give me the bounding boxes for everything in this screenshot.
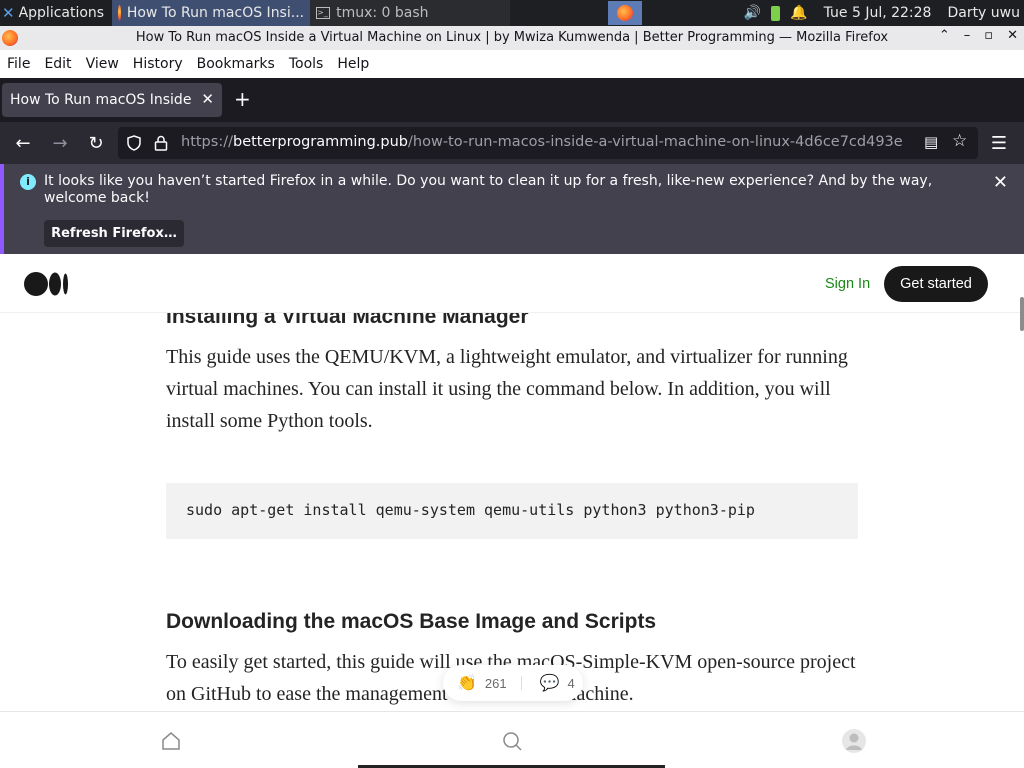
- chevron-up-icon[interactable]: ⌃: [939, 28, 950, 43]
- reactions-bar: 👏 261 💬 4: [443, 665, 583, 701]
- url-scheme: https://: [181, 134, 233, 150]
- system-panel: ✕ Applications How To Run macOS Insi... …: [0, 0, 1024, 26]
- forward-arrow-icon[interactable]: →: [47, 130, 73, 156]
- system-tray: 🔊 🔔 Tue 5 Jul, 22:28 Darty uwu: [744, 0, 1024, 26]
- hamburger-menu-icon[interactable]: ☰: [986, 130, 1012, 156]
- search-icon[interactable]: [501, 730, 523, 752]
- menu-tools[interactable]: Tools: [289, 56, 324, 72]
- firefox-icon: [118, 5, 121, 21]
- bookmark-star-icon[interactable]: ☆: [952, 131, 967, 151]
- medium-header: Sign In Get started: [0, 255, 1024, 313]
- home-icon[interactable]: [160, 730, 182, 752]
- firefox-launcher[interactable]: [608, 1, 642, 25]
- volume-icon[interactable]: 🔊: [744, 5, 761, 21]
- clap-icon[interactable]: 👏: [457, 673, 477, 693]
- section-heading: Downloading the macOS Base Image and Scr…: [166, 610, 657, 633]
- scrollbar-thumb[interactable]: [1020, 297, 1024, 331]
- applications-label: Applications: [18, 5, 105, 21]
- sign-in-link[interactable]: Sign In: [825, 276, 870, 292]
- clap-count: 261: [484, 675, 507, 691]
- menu-edit[interactable]: Edit: [44, 56, 71, 72]
- url-text[interactable]: https://betterprogramming.pub/how-to-run…: [181, 134, 903, 150]
- code-block: sudo apt-get install qemu-system qemu-ut…: [166, 483, 858, 539]
- menubar: File Edit View History Bookmarks Tools H…: [0, 50, 1024, 78]
- lock-icon[interactable]: [154, 135, 168, 151]
- close-icon[interactable]: ✕: [993, 172, 1008, 193]
- window-titlebar: How To Run macOS Inside a Virtual Machin…: [0, 26, 1024, 50]
- menu-bookmarks[interactable]: Bookmarks: [197, 56, 275, 72]
- taskbar-terminal[interactable]: >_ tmux: 0 bash: [310, 0, 511, 26]
- comment-icon[interactable]: 💬: [540, 673, 560, 693]
- refresh-notification: i It looks like you haven’t started Fire…: [0, 164, 1024, 254]
- terminal-icon: >_: [316, 7, 331, 19]
- user-avatar-icon[interactable]: [842, 729, 866, 753]
- close-icon[interactable]: ✕: [1007, 28, 1018, 43]
- battery-icon[interactable]: [771, 5, 781, 21]
- tab-article[interactable]: How To Run macOS Inside a Virtual Machin…: [2, 83, 222, 117]
- menu-file[interactable]: File: [7, 56, 30, 72]
- get-started-button[interactable]: Get started: [884, 266, 988, 302]
- menu-view[interactable]: View: [86, 56, 119, 72]
- taskbar-firefox-label: How To Run macOS Insi...: [126, 5, 305, 21]
- minimize-icon[interactable]: –: [964, 28, 971, 43]
- article-paragraph: This guide uses the QEMU/KVM, a lightwei…: [166, 346, 848, 432]
- url-domain: betterprogramming.pub: [232, 134, 409, 150]
- menu-help[interactable]: Help: [337, 56, 369, 72]
- notification-message: It looks like you haven’t started Firefo…: [44, 173, 933, 206]
- menu-history[interactable]: History: [133, 56, 183, 72]
- clock[interactable]: Tue 5 Jul, 22:28: [824, 5, 932, 21]
- reload-icon[interactable]: ↻: [83, 130, 109, 156]
- reader-view-icon[interactable]: ▤: [924, 133, 938, 151]
- notifications-icon[interactable]: 🔔: [790, 5, 807, 21]
- user-name[interactable]: Darty uwu: [947, 5, 1020, 21]
- tab-strip: How To Run macOS Inside a Virtual Machin…: [0, 78, 1024, 122]
- divider: [520, 676, 522, 690]
- refresh-firefox-button[interactable]: Refresh Firefox…: [44, 220, 184, 247]
- medium-logo-icon[interactable]: [24, 271, 70, 297]
- bottom-navigation: [0, 711, 1024, 768]
- taskbar-terminal-label: tmux: 0 bash: [336, 5, 429, 21]
- maximize-icon[interactable]: ▫: [984, 28, 993, 43]
- comment-count: 4: [567, 675, 575, 691]
- back-arrow-icon[interactable]: ←: [10, 130, 36, 156]
- applications-menu[interactable]: ✕ Applications: [0, 0, 108, 26]
- info-icon: i: [20, 174, 36, 190]
- taskbar-firefox[interactable]: How To Run macOS Insi...: [112, 0, 311, 26]
- page-viewport: Installing a Virtual Machine Manager Thi…: [0, 255, 1024, 768]
- url-bar[interactable]: https://betterprogramming.pub/how-to-run…: [118, 127, 978, 159]
- shield-icon[interactable]: [126, 135, 142, 151]
- plus-icon[interactable]: +: [234, 87, 251, 111]
- close-icon[interactable]: ✕: [201, 90, 214, 108]
- navigation-toolbar: ← → ↻ https://betterprogramming.pub/how-…: [0, 122, 1024, 164]
- xfce-icon: ✕: [2, 4, 15, 22]
- tab-title: How To Run macOS Inside a Virtual Machin…: [10, 92, 196, 108]
- window-title: How To Run macOS Inside a Virtual Machin…: [135, 30, 889, 45]
- url-path: /how-to-run-macos-inside-a-virtual-machi…: [408, 134, 903, 150]
- firefox-icon: [617, 5, 633, 21]
